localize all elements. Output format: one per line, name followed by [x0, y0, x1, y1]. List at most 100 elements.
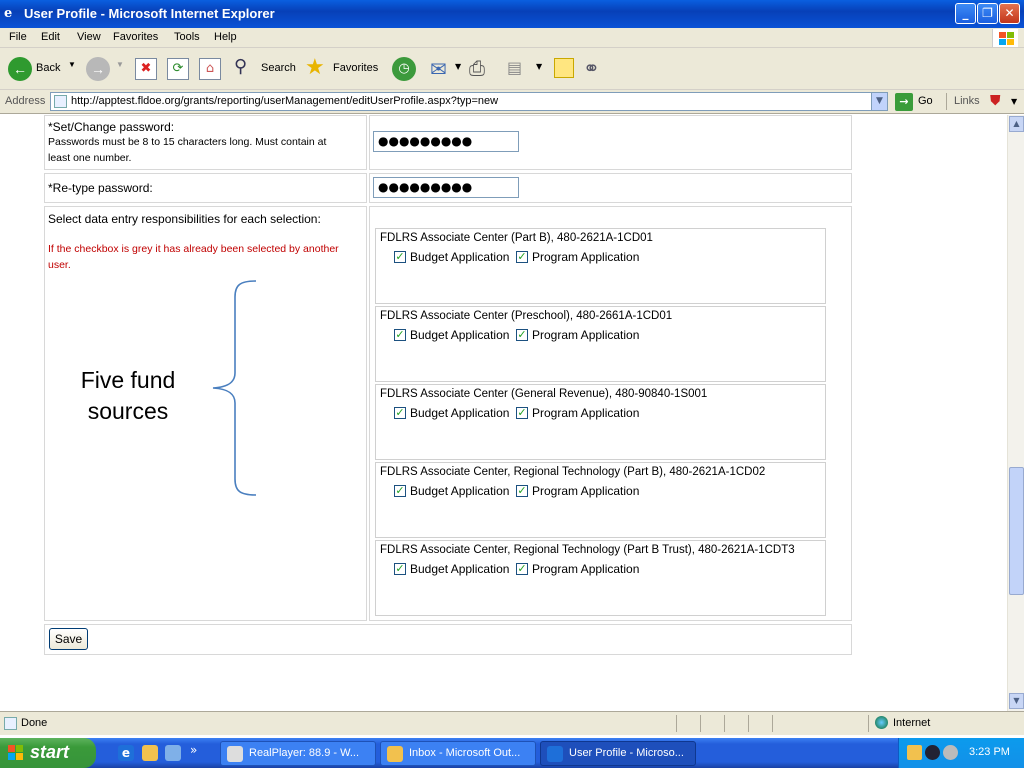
search-label: Search	[261, 62, 296, 74]
print-icon[interactable]: ⎙	[469, 56, 485, 80]
menu-tools[interactable]: Tools	[174, 31, 200, 43]
realplayer-tray-icon[interactable]	[925, 745, 940, 760]
outlook-quicklaunch-icon[interactable]	[142, 745, 158, 761]
menu-file[interactable]: File	[9, 31, 27, 43]
address-url: http://apptest.fldoe.org/grants/reportin…	[71, 95, 499, 107]
search-button[interactable]: ⚲ Search	[234, 54, 300, 84]
program-checkbox[interactable]: ✓	[516, 251, 528, 263]
close-button[interactable]: ✕	[999, 3, 1020, 24]
program-checkbox[interactable]: ✓	[516, 485, 528, 497]
task-label: Inbox - Microsoft Out...	[409, 747, 521, 759]
status-text: Done	[21, 717, 48, 729]
start-button[interactable]: start	[0, 738, 96, 768]
task-user-profile[interactable]: User Profile - Microso...	[540, 741, 696, 766]
go-button[interactable]: → Go	[895, 93, 945, 111]
chevron-down-icon[interactable]: ▼	[871, 93, 887, 110]
vertical-scrollbar[interactable]: ▲ ▼	[1007, 115, 1024, 711]
zone-label: Internet	[893, 717, 931, 729]
divider	[748, 715, 749, 732]
task-realplayer[interactable]: RealPlayer: 88.9 - W...	[220, 741, 376, 766]
divider	[772, 715, 773, 732]
menu-favorites[interactable]: Favorites	[113, 31, 158, 43]
fund-row: FDLRS Associate Center (General Revenue)…	[375, 384, 826, 460]
edit-icon[interactable]: ▤	[507, 58, 522, 77]
history-icon[interactable]: ◷	[392, 57, 416, 81]
task-inbox[interactable]: Inbox - Microsoft Out...	[380, 741, 536, 766]
outlook-icon	[387, 746, 403, 762]
scroll-down-icon[interactable]: ▼	[1009, 693, 1024, 709]
research-icon[interactable]: ⚭	[583, 56, 600, 80]
menu-view[interactable]: View	[77, 31, 101, 43]
minimize-button[interactable]: _	[955, 3, 976, 24]
stop-icon[interactable]: ✖	[135, 58, 157, 80]
address-label: Address	[5, 95, 46, 107]
page-icon	[54, 95, 67, 108]
grey-note-line2: user.	[48, 259, 71, 271]
expand-quicklaunch-icon[interactable]: »	[190, 743, 197, 757]
forward-button[interactable]: → ▼	[86, 54, 126, 84]
scroll-up-icon[interactable]: ▲	[1009, 116, 1024, 132]
chevron-down-icon[interactable]: ▼	[536, 62, 542, 71]
budget-checkbox[interactable]: ✓	[394, 329, 406, 341]
volume-tray-icon[interactable]	[943, 745, 958, 760]
program-checkbox[interactable]: ✓	[516, 563, 528, 575]
status-bar: Done Internet	[0, 711, 1024, 735]
task-label: User Profile - Microso...	[569, 747, 684, 759]
back-button[interactable]: ← Back ▼	[6, 54, 78, 84]
note-icon[interactable]	[554, 58, 574, 78]
retype-password-input[interactable]: ●●●●●●●●●	[373, 177, 519, 198]
program-checkbox[interactable]: ✓	[516, 329, 528, 341]
page-icon	[4, 717, 17, 730]
password-hint: Passwords must be 8 to 15 characters lon…	[48, 136, 327, 148]
outlook-tray-icon[interactable]	[907, 745, 922, 760]
program-label: Program Application	[532, 484, 640, 498]
scroll-thumb[interactable]	[1009, 467, 1024, 595]
budget-checkbox[interactable]: ✓	[394, 485, 406, 497]
favorites-label: Favorites	[333, 62, 379, 74]
mail-icon[interactable]: ✉	[430, 57, 447, 81]
windows-logo-icon	[992, 29, 1018, 47]
program-checkbox[interactable]: ✓	[516, 407, 528, 419]
chevron-down-icon[interactable]: ▼	[1011, 97, 1017, 106]
ie-quicklaunch-icon[interactable]: e	[118, 745, 134, 761]
fund-name: FDLRS Associate Center, Regional Technol…	[380, 544, 795, 556]
password-label: *Set/Change password:	[48, 120, 175, 134]
divider	[868, 715, 869, 732]
menu-bar: File Edit View Favorites Tools Help	[0, 28, 1024, 48]
address-input[interactable]: http://apptest.fldoe.org/grants/reportin…	[50, 92, 888, 111]
refresh-icon[interactable]: ⟳	[167, 58, 189, 80]
chevron-down-icon[interactable]: ▼	[455, 62, 461, 71]
links-label[interactable]: Links	[954, 95, 980, 107]
globe-icon	[875, 716, 888, 729]
app-quicklaunch-icon[interactable]	[165, 745, 181, 761]
search-icon: ⚲	[234, 56, 248, 76]
budget-checkbox[interactable]: ✓	[394, 251, 406, 263]
divider	[676, 715, 677, 732]
grey-checkbox-note: If the checkbox is grey it has already b…	[48, 241, 360, 273]
favorites-button[interactable]: ★ Favorites	[305, 54, 385, 84]
maximize-button[interactable]: ❐	[977, 3, 998, 24]
back-arrow-icon: ←	[8, 57, 32, 81]
toolbar: ← Back ▼ → ▼ ✖ ⟳ ⌂ ⚲ Search ★ Favorites …	[0, 48, 1024, 90]
go-arrow-icon: →	[895, 93, 913, 111]
program-label: Program Application	[532, 562, 640, 576]
fund-row: FDLRS Associate Center, Regional Technol…	[375, 540, 826, 616]
star-icon: ★	[305, 54, 325, 79]
annotation-line2: sources	[87, 398, 169, 424]
program-label: Program Application	[532, 250, 640, 264]
grey-note-line1: If the checkbox is grey it has already b…	[48, 243, 339, 255]
pdf-icon[interactable]: ⛊	[990, 93, 1001, 109]
menu-help[interactable]: Help	[214, 31, 237, 43]
fund-name: FDLRS Associate Center (Preschool), 480-…	[380, 310, 673, 322]
home-icon[interactable]: ⌂	[199, 58, 221, 80]
window-title: User Profile - Microsoft Internet Explor…	[24, 6, 275, 21]
budget-checkbox[interactable]: ✓	[394, 407, 406, 419]
save-button[interactable]: Save	[49, 628, 88, 650]
windows-flag-icon	[8, 745, 24, 761]
menu-edit[interactable]: Edit	[41, 31, 60, 43]
ie-icon	[547, 746, 563, 762]
go-label: Go	[918, 95, 933, 107]
password-input[interactable]: ●●●●●●●●●	[373, 131, 519, 152]
budget-checkbox[interactable]: ✓	[394, 563, 406, 575]
page-content: *Set/Change password: Passwords must be …	[0, 115, 1007, 711]
